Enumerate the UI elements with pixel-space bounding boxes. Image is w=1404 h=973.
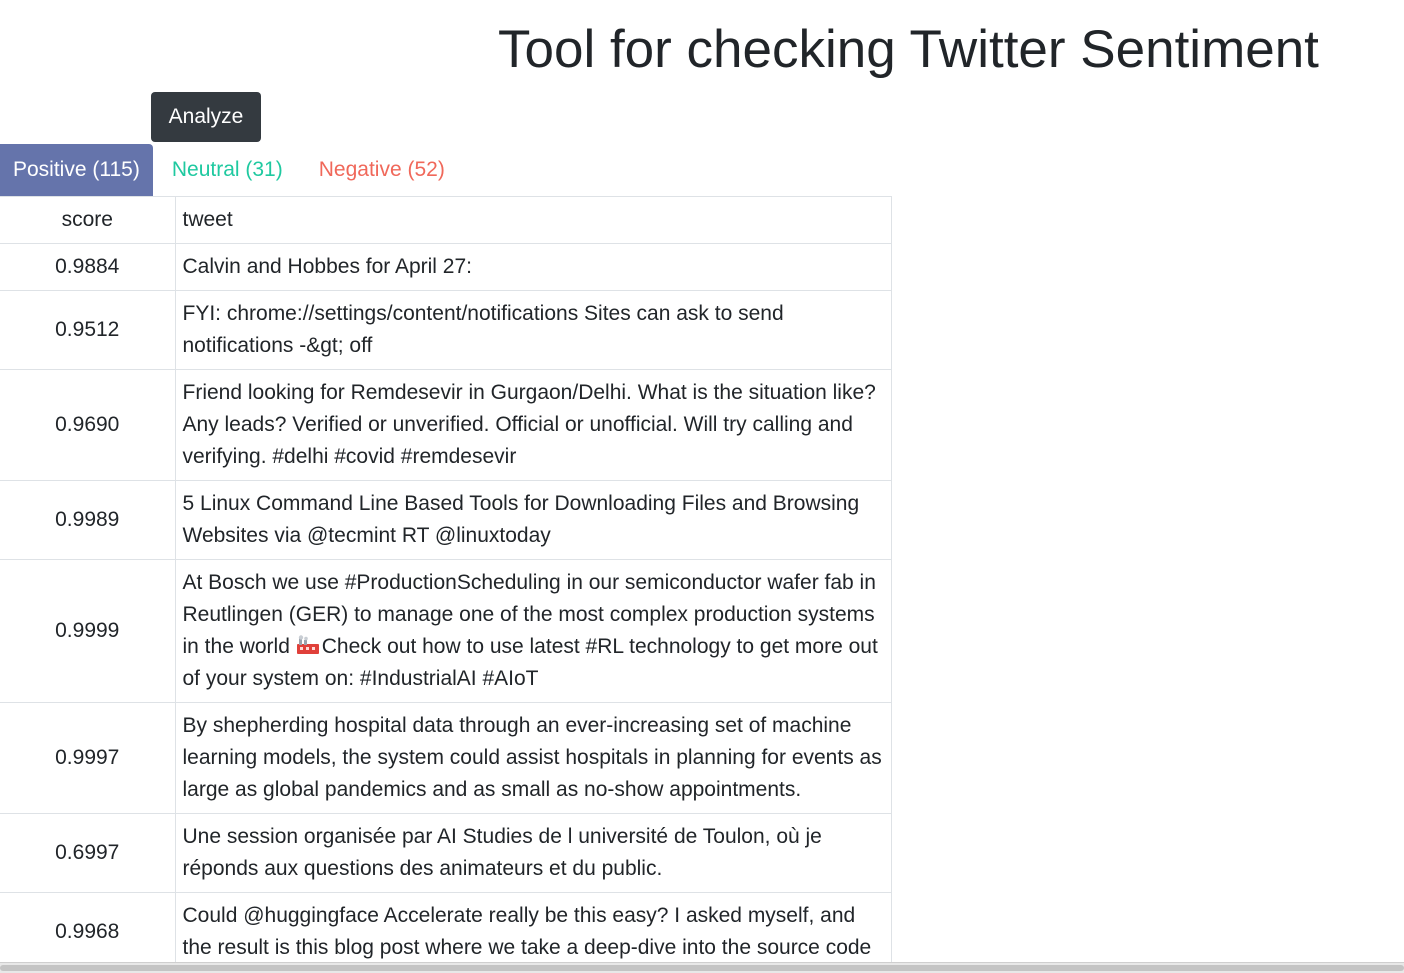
tweet-cell: At Bosch we use #ProductionScheduling in… <box>174 559 892 703</box>
table-row: 0.9989 5 Linux Command Line Based Tools … <box>0 480 892 560</box>
score-cell: 0.9997 <box>0 702 176 814</box>
table-row: 0.9999 At Bosch we use #ProductionSchedu… <box>0 559 892 703</box>
table-row: 0.9690 Friend looking for Remdesevir in … <box>0 369 892 481</box>
page-title: Tool for checking Twitter Sentiment <box>498 20 1319 79</box>
table-header-row: score tweet <box>0 196 892 244</box>
tweet-cell: Calvin and Hobbes for April 27: <box>174 243 892 291</box>
tab-negative-count: 52 <box>402 158 445 181</box>
tweet-cell: By shepherding hospital data through an … <box>174 702 892 814</box>
score-cell: 0.9968 <box>0 892 176 972</box>
column-header-tweet: tweet <box>174 196 892 244</box>
tab-negative-label: Negative <box>318 158 402 181</box>
column-header-score: score <box>0 196 176 244</box>
scrollbar-thumb[interactable] <box>0 965 1404 971</box>
page: Tool for checking Twitter Sentiment Anal… <box>0 0 1404 973</box>
tab-positive-label: Positive <box>13 158 87 181</box>
tab-neutral-count: 31 <box>240 158 283 181</box>
tab-negative[interactable]: Negative52 <box>301 144 463 196</box>
table-row: 0.9512 FYI: chrome://settings/content/no… <box>0 290 892 370</box>
horizontal-scrollbar[interactable] <box>0 962 1404 973</box>
factory-emoji-icon <box>296 635 319 654</box>
tweet-cell: Friend looking for Remdesevir in Gurgaon… <box>174 369 892 481</box>
tweet-cell: 5 Linux Command Line Based Tools for Dow… <box>174 480 892 560</box>
results-table: score tweet 0.9884 Calvin and Hobbes for… <box>0 196 892 972</box>
score-cell: 0.9884 <box>0 243 176 291</box>
table-row: 0.9968 Could @huggingface Accelerate rea… <box>0 892 892 972</box>
tab-positive-count: 115 <box>87 158 140 181</box>
analyze-button[interactable]: Analyze <box>151 92 261 142</box>
tweet-cell: Could @huggingface Accelerate really be … <box>174 892 892 972</box>
score-cell: 0.9999 <box>0 559 176 703</box>
score-cell: 0.6997 <box>0 813 176 893</box>
tab-neutral-label: Neutral <box>171 158 240 181</box>
table-row: 0.6997 Une session organisée par AI Stud… <box>0 813 892 893</box>
results-table-container: score tweet 0.9884 Calvin and Hobbes for… <box>0 196 892 972</box>
sentiment-tabs: Positive115 Neutral31 Negative52 <box>0 144 463 196</box>
score-cell: 0.9690 <box>0 369 176 481</box>
tweet-cell: FYI: chrome://settings/content/notificat… <box>174 290 892 370</box>
tab-neutral[interactable]: Neutral31 <box>153 144 301 196</box>
score-cell: 0.9989 <box>0 480 176 560</box>
table-row: 0.9884 Calvin and Hobbes for April 27: <box>0 243 892 291</box>
tab-positive[interactable]: Positive115 <box>0 144 153 196</box>
tweet-cell: Une session organisée par AI Studies de … <box>174 813 892 893</box>
score-cell: 0.9512 <box>0 290 176 370</box>
table-row: 0.9997 By shepherding hospital data thro… <box>0 702 892 814</box>
